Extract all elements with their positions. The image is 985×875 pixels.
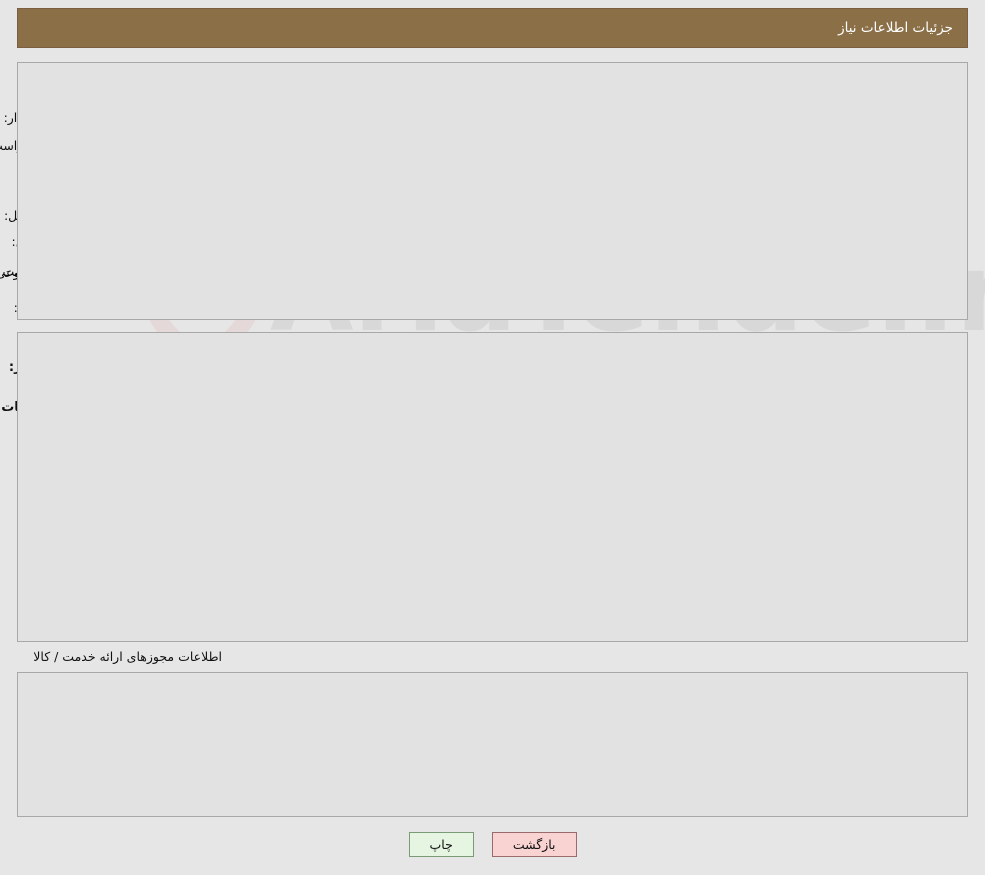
permits-panel (17, 672, 968, 817)
back-button[interactable]: بازگشت (491, 832, 577, 857)
need-summary-panel (17, 62, 968, 320)
page-title-bar: جزئیات اطلاعات نیاز (17, 8, 968, 48)
page-title: جزئیات اطلاعات نیاز (838, 20, 953, 36)
footer-actions: بازگشت چاپ (0, 832, 985, 857)
page-root: AriaTender.net جزئیات اطلاعات نیاز شماره… (0, 0, 985, 875)
permits-section-title: اطلاعات مجوزهای ارائه خدمت / کالا (33, 649, 222, 664)
need-details-panel (17, 332, 968, 642)
print-button[interactable]: چاپ (408, 832, 474, 857)
